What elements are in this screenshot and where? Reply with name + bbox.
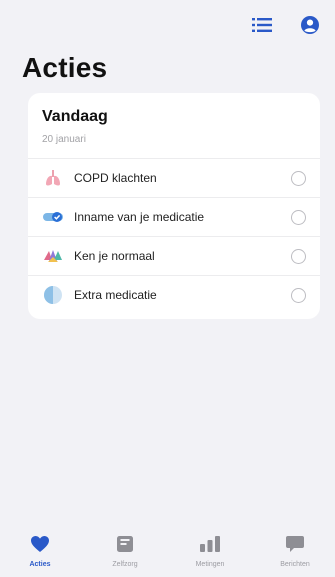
tab-label: Metingen [195,561,225,568]
lungs-icon [42,167,64,189]
card-date: 20 januari [42,134,86,145]
hands-icon [42,245,64,267]
tab-metingen[interactable]: Metingen [180,531,240,577]
half-circle-icon [42,284,64,306]
bar-chart-icon [199,533,221,555]
notebook-icon [114,533,136,555]
completion-checkbox[interactable] [291,287,306,303]
tab-berichten[interactable]: Berichten [265,531,325,577]
action-item-label: Inname van je medicatie [74,210,205,224]
tab-label: Berichten [280,561,310,568]
heart-icon [29,533,51,555]
list-button[interactable] [251,14,273,36]
tab-zelfzorg[interactable]: Zelfzorg [95,531,155,577]
pill-icon [42,206,64,228]
action-item-copd-klachten[interactable]: COPD klachten [28,158,320,197]
action-list: COPD klachten Inname van je medicatie Ke… [28,158,320,314]
action-item-label: COPD klachten [74,171,157,185]
tab-acties[interactable]: Acties [10,531,70,577]
tab-label: Zelfzorg [112,561,138,568]
action-item-label: Extra medicatie [74,288,157,302]
profile-icon [301,16,319,34]
action-item-ken-je-normaal[interactable]: Ken je normaal [28,236,320,275]
message-icon [284,533,306,555]
completion-checkbox[interactable] [291,170,306,186]
list-icon [252,18,272,32]
action-item-inname-medicatie[interactable]: Inname van je medicatie [28,197,320,236]
tab-label: Acties [29,561,51,568]
card-title: Vandaag [42,108,108,125]
action-item-extra-medicatie[interactable]: Extra medicatie [28,275,320,314]
page-title: Acties [22,52,108,83]
completion-checkbox[interactable] [291,248,306,264]
tab-bar: Acties Zelfzorg Metingen Berichten [0,531,335,577]
profile-button[interactable] [299,14,321,36]
completion-checkbox[interactable] [291,209,306,225]
top-bar [251,14,321,36]
today-card: Vandaag 20 januari COPD klachten Inname … [28,93,320,319]
action-item-label: Ken je normaal [74,249,155,263]
